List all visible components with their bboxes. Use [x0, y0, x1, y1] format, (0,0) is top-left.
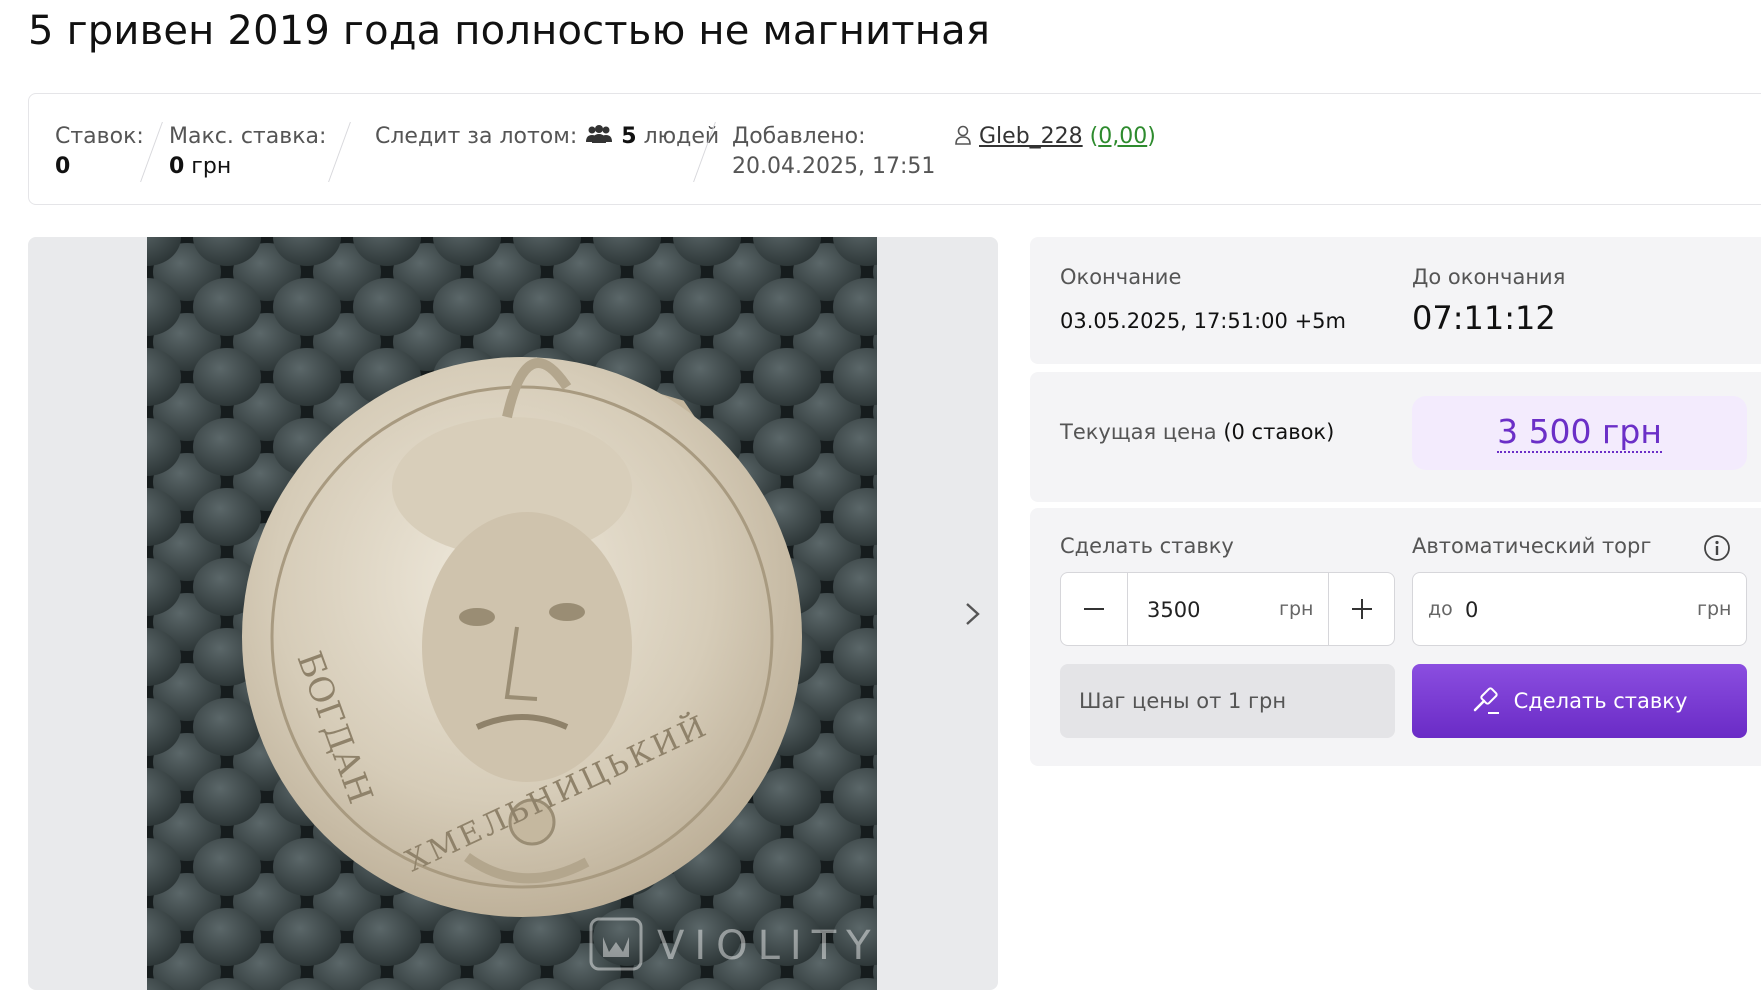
- price-panel: Текущая цена (0 ставок) 3 500 грн: [1030, 372, 1761, 502]
- bid-panel: Сделать ставку Автоматический торг грн д…: [1030, 508, 1761, 766]
- decrease-bid-button[interactable]: [1061, 573, 1127, 645]
- added-label: Добавлено:: [732, 124, 866, 149]
- separator: [1127, 573, 1128, 645]
- current-price-badge: 3 500 грн: [1412, 396, 1747, 470]
- max-bid-label: Макс. ставка:: [169, 124, 327, 149]
- max-bid-currency: грн: [184, 154, 232, 179]
- price-step-info: Шаг цены от 1 грн: [1060, 664, 1395, 738]
- max-bid-amount: 0: [169, 154, 185, 179]
- countdown-timer: 07:11:12: [1412, 299, 1556, 337]
- remaining-label: До окончания: [1412, 265, 1566, 289]
- price-label-text: Текущая цена: [1060, 420, 1217, 444]
- watchers-stat: Следит за лотом: 5 людей: [375, 122, 719, 152]
- seller-link[interactable]: Gleb_228: [979, 124, 1083, 149]
- seller-info: Gleb_228 (0,00): [954, 122, 1156, 152]
- separator: [328, 122, 351, 182]
- end-label: Окончание: [1060, 265, 1182, 289]
- auto-bid-currency: грн: [1697, 598, 1732, 620]
- photo-gallery: БОГДАН ХМЕЛЬНИЦЬКИЙ VIOLITY: [28, 237, 998, 990]
- plus-icon: [1352, 599, 1372, 619]
- added-date-stat: Добавлено: 20.04.2025, 17:51: [732, 122, 935, 182]
- current-price-value[interactable]: 3 500 грн: [1497, 413, 1662, 453]
- auto-bid-prefix: до: [1428, 598, 1453, 620]
- page-title: 5 гривен 2019 года полностью не магнитна…: [28, 8, 991, 54]
- seller-rating-link[interactable]: 0,00: [1098, 124, 1147, 149]
- info-icon[interactable]: [1703, 534, 1731, 562]
- user-icon: [955, 125, 971, 145]
- bids-count-stat: Ставок: 0: [55, 122, 144, 182]
- watchers-count: 5: [621, 124, 637, 149]
- timing-panel: Окончание 03.05.2025, 17:51:00 +5m До ок…: [1030, 237, 1761, 364]
- watchers-label: Следит за лотом:: [375, 124, 578, 149]
- end-value: 03.05.2025, 17:51:00 +5m: [1060, 309, 1346, 333]
- auto-bid-label: Автоматический торг: [1412, 534, 1652, 558]
- bid-currency: грн: [1279, 598, 1314, 620]
- auto-bid-field: до грн: [1412, 572, 1747, 646]
- bids-count-label: Ставок:: [55, 124, 144, 149]
- increase-bid-button[interactable]: [1329, 573, 1395, 645]
- added-value: 20.04.2025, 17:51: [732, 154, 936, 179]
- bid-amount-stepper: грн: [1060, 572, 1395, 646]
- price-bids-note: (0 ставок): [1223, 420, 1335, 444]
- bids-count-value: 0: [55, 154, 71, 179]
- bid-amount-input[interactable]: [1145, 593, 1259, 627]
- bid-label: Сделать ставку: [1060, 534, 1234, 558]
- current-price-label: Текущая цена (0 ставок): [1060, 420, 1334, 444]
- watermark-text: VIOLITY: [657, 923, 877, 969]
- auto-bid-input[interactable]: [1463, 593, 1647, 627]
- lot-info-bar: Ставок: 0 Макс. ставка: 0 грн Следит за …: [28, 93, 1761, 205]
- max-bid-stat: Макс. ставка: 0 грн: [169, 122, 326, 182]
- minus-icon: [1084, 608, 1104, 610]
- place-bid-button[interactable]: Сделать ставку: [1412, 664, 1747, 738]
- place-bid-label: Сделать ставку: [1513, 689, 1688, 713]
- gavel-icon: [1473, 687, 1499, 714]
- people-icon: [586, 125, 613, 143]
- coin-photo[interactable]: БОГДАН ХМЕЛЬНИЦЬКИЙ VIOLITY: [147, 237, 877, 990]
- chevron-right-icon[interactable]: [958, 594, 988, 634]
